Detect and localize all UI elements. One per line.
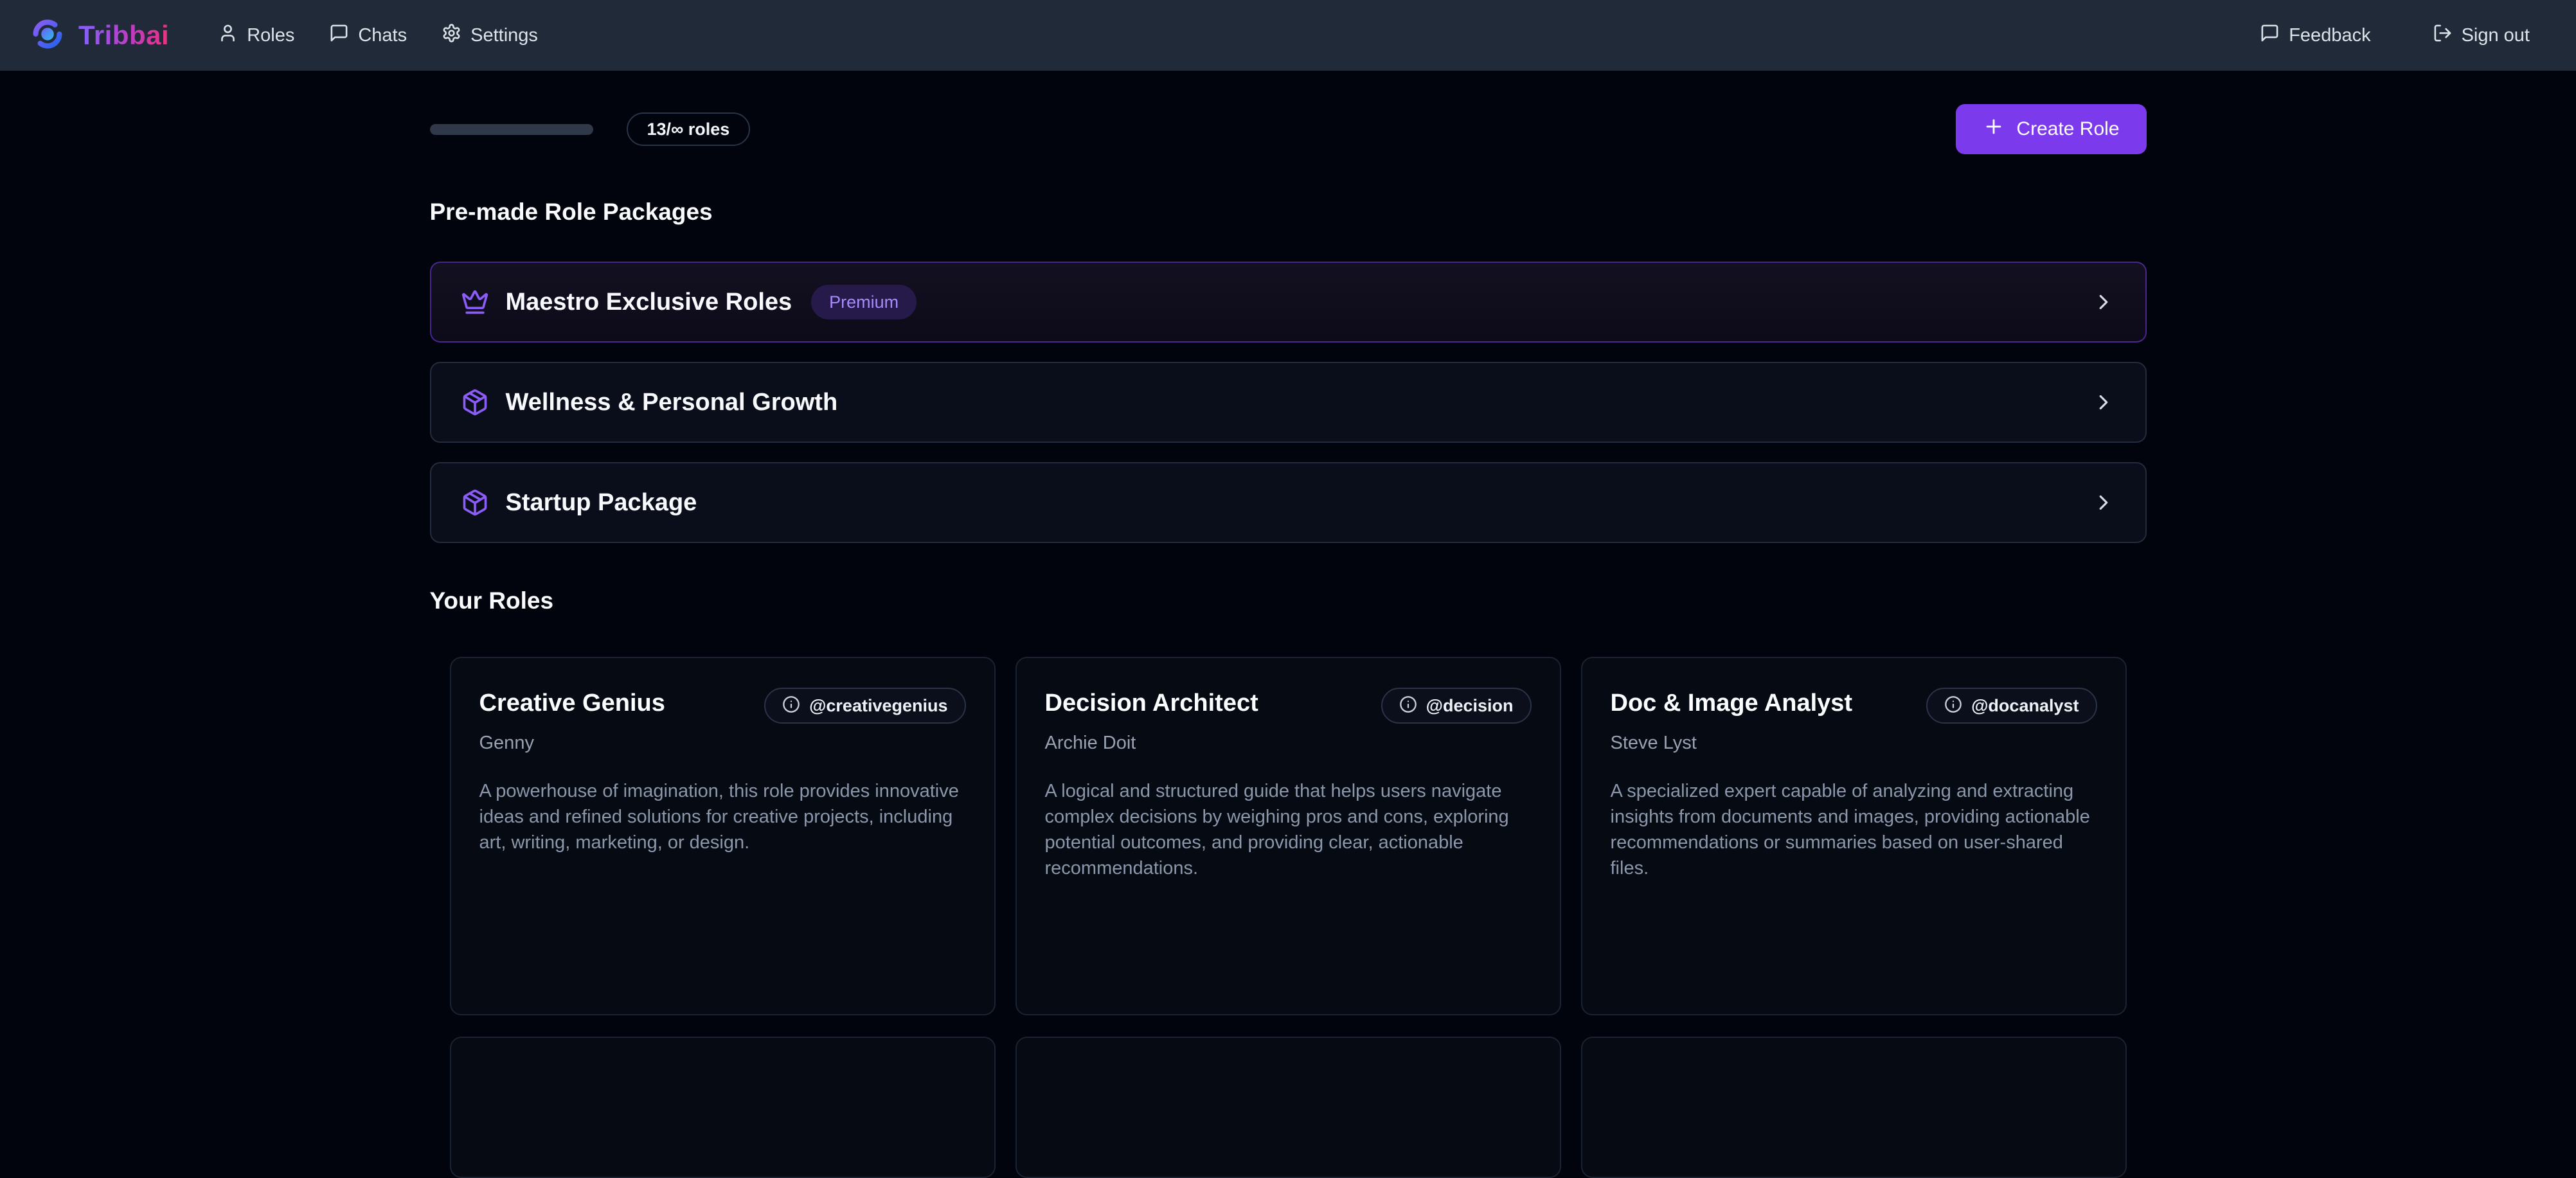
chevron-right-icon: [2091, 490, 2116, 515]
package-title: Wellness & Personal Growth: [506, 389, 838, 416]
gear-icon: [442, 23, 461, 48]
package-row-maestro[interactable]: Maestro Exclusive Roles Premium: [430, 262, 2147, 343]
main-content: 13/∞ roles Create Role Pre-made Role Pac…: [430, 104, 2147, 1178]
role-description: A logical and structured guide that help…: [1045, 778, 1532, 881]
card-header: Doc & Image Analyst @docanalyst: [1611, 688, 2097, 724]
crown-icon: [461, 288, 489, 316]
chevron-right-icon: [2091, 390, 2116, 415]
sign-out-button[interactable]: Sign out: [2433, 23, 2530, 48]
roles-count-badge: 13/∞ roles: [627, 112, 751, 146]
role-card-doc-image-analyst[interactable]: Doc & Image Analyst @docanalyst Steve Ly…: [1581, 657, 2127, 1015]
nav-right: Feedback Sign out: [2260, 23, 2530, 48]
role-handle-badge[interactable]: @docanalyst: [1926, 688, 2097, 724]
roles-toolbar: 13/∞ roles Create Role: [430, 104, 2147, 154]
tribbai-logo-icon: [31, 17, 64, 54]
role-subtitle: Archie Doit: [1045, 733, 1532, 754]
your-roles-section-title: Your Roles: [430, 587, 2147, 615]
brand-name: Tribbai: [78, 20, 169, 51]
role-handle: @docanalyst: [1971, 696, 2079, 716]
nav-item-label: Chats: [358, 25, 407, 46]
role-description: A powerhouse of imagination, this role p…: [479, 778, 966, 855]
roles-count-label: 13/∞ roles: [647, 120, 730, 139]
role-subtitle: Steve Lyst: [1611, 733, 2097, 754]
package-title: Startup Package: [506, 489, 697, 517]
premium-badge: Premium: [811, 285, 917, 319]
logout-icon: [2433, 23, 2453, 48]
package-icon: [461, 488, 489, 517]
package-row-wellness[interactable]: Wellness & Personal Growth: [430, 362, 2147, 443]
feedback-button[interactable]: Feedback: [2260, 23, 2370, 48]
role-handle-badge[interactable]: @decision: [1381, 688, 1532, 724]
role-subtitle: Genny: [479, 733, 966, 754]
package-icon: [461, 388, 489, 416]
brand[interactable]: Tribbai: [31, 17, 169, 54]
role-handle-badge[interactable]: @creativegenius: [764, 688, 965, 724]
role-card-creative-genius[interactable]: Creative Genius @creativegenius Genny A …: [450, 657, 996, 1015]
role-card[interactable]: [450, 1037, 996, 1178]
roles-grid: Creative Genius @creativegenius Genny A …: [450, 657, 2127, 1015]
chat-icon: [329, 23, 349, 48]
user-icon: [218, 23, 238, 48]
package-row-startup[interactable]: Startup Package: [430, 462, 2147, 543]
card-header: Creative Genius @creativegenius: [479, 688, 966, 724]
role-description: A specialized expert capable of analyzin…: [1611, 778, 2097, 881]
card-header: Decision Architect @decision: [1045, 688, 1532, 724]
nav-item-chats[interactable]: Chats: [329, 23, 407, 48]
create-role-label: Create Role: [2016, 118, 2119, 140]
nav-item-label: Settings: [470, 25, 538, 46]
packages-section-title: Pre-made Role Packages: [430, 198, 2147, 226]
primary-nav: Roles Chats Settings: [218, 23, 538, 48]
nav-item-settings[interactable]: Settings: [442, 23, 538, 48]
info-icon: [782, 695, 800, 717]
info-icon: [1944, 695, 1962, 717]
package-title: Maestro Exclusive Roles: [506, 289, 792, 316]
role-title: Decision Architect: [1045, 688, 1258, 718]
info-icon: [1399, 695, 1417, 717]
roles-progress-bar: [430, 124, 593, 135]
nav-item-label: Roles: [247, 25, 294, 46]
feedback-label: Feedback: [2289, 25, 2370, 46]
role-handle: @creativegenius: [809, 696, 947, 716]
chat-icon: [2260, 23, 2280, 48]
role-card[interactable]: [1581, 1037, 2127, 1178]
create-role-button[interactable]: Create Role: [1956, 104, 2146, 154]
role-title: Doc & Image Analyst: [1611, 688, 1853, 718]
package-list: Maestro Exclusive Roles Premium Wellness…: [430, 262, 2147, 543]
plus-icon: [1983, 116, 2005, 143]
role-handle: @decision: [1426, 696, 1514, 716]
nav-item-roles[interactable]: Roles: [218, 23, 294, 48]
role-card-decision-architect[interactable]: Decision Architect @decision Archie Doit…: [1015, 657, 1561, 1015]
role-card[interactable]: [1015, 1037, 1561, 1178]
top-nav: Tribbai Roles Chats: [0, 0, 2576, 71]
sign-out-label: Sign out: [2462, 25, 2530, 46]
chevron-right-icon: [2091, 290, 2116, 314]
role-title: Creative Genius: [479, 688, 665, 718]
roles-grid-next-row: [450, 1037, 2127, 1178]
